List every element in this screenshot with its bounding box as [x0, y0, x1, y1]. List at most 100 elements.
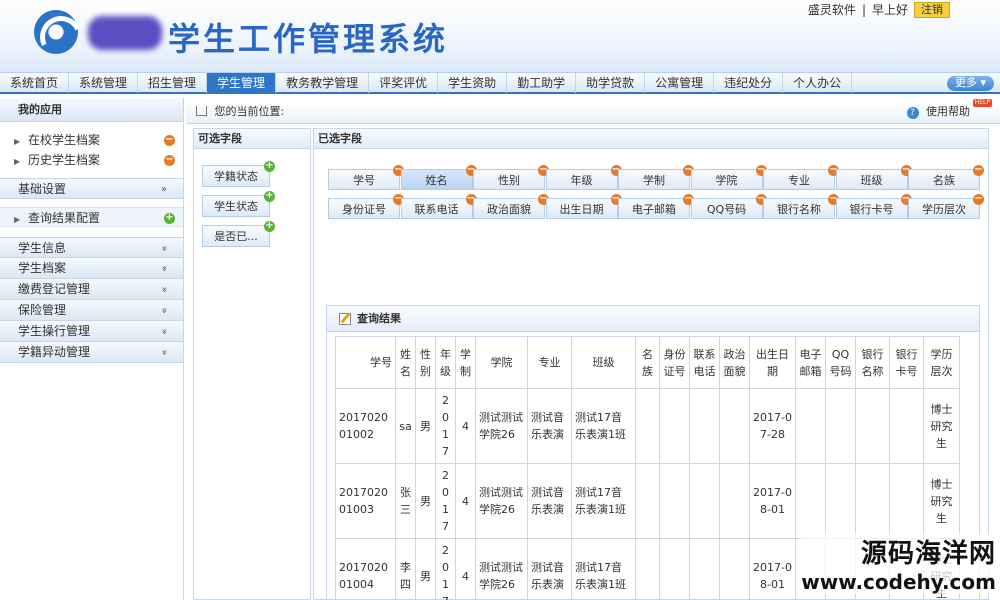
- remove-icon[interactable]: −: [164, 135, 175, 146]
- available-fields-panel: 可选字段 学籍状态 + 学生状态 + 是否已... +: [193, 128, 311, 600]
- nav-tab-4[interactable]: 教务教学管理: [276, 72, 370, 93]
- column-header[interactable]: 学院: [475, 336, 528, 389]
- help-label: 使用帮助: [926, 105, 970, 118]
- column-header[interactable]: QQ号码: [825, 336, 856, 389]
- nav-tab-5[interactable]: 评奖评优: [369, 72, 439, 93]
- selected-field-button[interactable]: 银行名称 −: [763, 194, 839, 219]
- logout-button[interactable]: 注销: [914, 1, 950, 18]
- nav-tab-9[interactable]: 公寓管理: [645, 72, 715, 93]
- sidebar-item-label: 在校学生档案: [27, 133, 100, 147]
- table-cell: [825, 463, 856, 539]
- add-icon[interactable]: +: [164, 213, 175, 224]
- column-header[interactable]: 银行名称: [855, 336, 890, 389]
- selected-field-button[interactable]: 名族 −: [908, 165, 984, 190]
- add-icon[interactable]: +: [264, 191, 275, 202]
- nav-tab-8[interactable]: 助学贷款: [576, 72, 646, 93]
- column-header[interactable]: 专业: [527, 336, 572, 389]
- column-header[interactable]: 银行卡号: [889, 336, 924, 389]
- remove-icon[interactable]: −: [973, 194, 984, 205]
- sidebar-item-current-archive[interactable]: ▶ 在校学生档案 −: [0, 130, 183, 150]
- column-header[interactable]: 姓名: [395, 336, 416, 389]
- nav-tab-10[interactable]: 违纪处分: [714, 72, 784, 93]
- sidebar-section-label: 保险管理: [18, 303, 67, 317]
- nav-tab-0[interactable]: 系统首页: [0, 72, 70, 93]
- help-link[interactable]: ? 使用帮助 HELP: [906, 99, 992, 124]
- selected-field-button[interactable]: 出生日期 −: [545, 194, 622, 219]
- selected-field-button[interactable]: 政治面貌 −: [473, 194, 549, 219]
- column-header[interactable]: 性别: [415, 336, 436, 389]
- column-header[interactable]: 政治面貌: [719, 336, 750, 389]
- column-header[interactable]: 联系电话: [689, 336, 720, 389]
- company-name: 盛灵软件: [807, 3, 856, 17]
- table-cell: [855, 388, 890, 464]
- column-header[interactable]: 出生日期: [749, 336, 796, 389]
- sidebar-section-5[interactable]: 学籍异动管理 »: [0, 342, 183, 363]
- nav-tab-11[interactable]: 个人办公: [783, 72, 853, 93]
- table-cell: 测试测试学院26: [475, 463, 528, 539]
- selected-field-button[interactable]: 银行卡号 −: [835, 194, 912, 219]
- sidebar-section-4[interactable]: 学生操行管理 »: [0, 321, 183, 342]
- sidebar-section-0[interactable]: 学生信息 »: [0, 237, 183, 258]
- selected-field-button[interactable]: 身份证号 −: [328, 194, 404, 219]
- column-header[interactable]: 学制: [455, 336, 476, 389]
- help-badge: HELP: [972, 99, 992, 107]
- table-cell: [635, 463, 660, 539]
- sidebar-section-1[interactable]: 学生档案 »: [0, 258, 183, 279]
- column-header[interactable]: 学号: [335, 336, 396, 389]
- breadcrumb: 您的当前位置: ? 使用帮助 HELP: [186, 99, 1000, 124]
- selected-field-button[interactable]: 学历层次 −: [908, 194, 984, 219]
- remove-icon[interactable]: −: [973, 165, 984, 176]
- column-header[interactable]: 电子邮箱: [795, 336, 826, 389]
- available-field-button[interactable]: 学籍状态 +: [202, 161, 275, 187]
- add-icon[interactable]: +: [264, 161, 275, 172]
- selected-field-button[interactable]: 专业 −: [763, 165, 839, 190]
- field-label: 电子邮箱: [632, 203, 676, 216]
- query-results-title: 查询结果: [357, 312, 401, 325]
- selected-field-button[interactable]: 学号 −: [328, 165, 404, 190]
- selected-field-button[interactable]: QQ号码 −: [690, 194, 767, 219]
- sidebar-section-3[interactable]: 保险管理 »: [0, 300, 183, 321]
- nav-tab-1[interactable]: 系统管理: [69, 72, 139, 93]
- table-row[interactable]: 201702001003 张三男 2017 4 测试测试学院26 测试音乐表演 测试17音乐…: [335, 463, 960, 539]
- selected-field-button[interactable]: 性别 −: [473, 165, 549, 190]
- redacted-logo-text: [88, 16, 162, 50]
- more-button[interactable]: 更多 ▾: [946, 76, 994, 91]
- nav-tab-6[interactable]: 学生资助: [438, 72, 508, 93]
- add-icon[interactable]: +: [264, 221, 275, 232]
- sidebar-section-2[interactable]: 缴费登记管理 »: [0, 279, 183, 300]
- sidebar-item-result-config[interactable]: ▶ 查询结果配置 +: [0, 207, 183, 227]
- table-cell: 201702001002: [335, 388, 396, 464]
- nav-tab-3[interactable]: 学生管理: [207, 72, 277, 93]
- table-cell: [795, 388, 826, 464]
- double-chevron-down-icon: »: [158, 328, 170, 335]
- selected-field-button[interactable]: 电子邮箱 −: [618, 194, 694, 219]
- sidebar-section-label: 学生信息: [18, 241, 67, 255]
- available-field-button[interactable]: 学生状态 +: [202, 191, 275, 217]
- column-header[interactable]: 班级: [571, 336, 636, 389]
- double-chevron-down-icon: »: [158, 286, 170, 293]
- sidebar-item-history-archive[interactable]: ▶ 历史学生档案 −: [0, 150, 183, 170]
- field-label: 学生状态: [214, 200, 258, 213]
- available-field-button[interactable]: 是否已... +: [202, 221, 275, 247]
- nav-tab-2[interactable]: 招生管理: [138, 72, 208, 93]
- sidebar-basic-settings[interactable]: 基础设置 »: [0, 178, 183, 199]
- selected-field-button[interactable]: 年级 −: [545, 165, 622, 190]
- selected-field-button[interactable]: 联系电话 −: [400, 194, 477, 219]
- table-cell: [659, 463, 690, 539]
- field-label: 联系电话: [414, 203, 459, 216]
- table-row[interactable]: 201702001002 sa 男 2017 4 测试测试学院26 测试音乐表演 测试17音乐…: [335, 388, 960, 464]
- nav-tab-7[interactable]: 勤工助学: [507, 72, 577, 93]
- column-header[interactable]: 名族: [635, 336, 660, 389]
- column-header[interactable]: 学历层次: [923, 336, 960, 389]
- column-header[interactable]: 年级: [435, 336, 456, 389]
- selected-field-button[interactable]: 学制 −: [618, 165, 694, 190]
- table-cell: [795, 463, 826, 539]
- table-cell: 测试测试学院26: [475, 388, 528, 464]
- selected-field-button[interactable]: 班级 −: [835, 165, 912, 190]
- selected-field-button[interactable]: 姓名 −: [400, 165, 477, 190]
- table-cell: 2017-07-28: [749, 388, 796, 464]
- column-header[interactable]: 身份证号: [659, 336, 690, 389]
- selected-field-button[interactable]: 学院 −: [690, 165, 767, 190]
- field-label: QQ号码: [706, 203, 747, 216]
- remove-icon[interactable]: −: [164, 155, 175, 166]
